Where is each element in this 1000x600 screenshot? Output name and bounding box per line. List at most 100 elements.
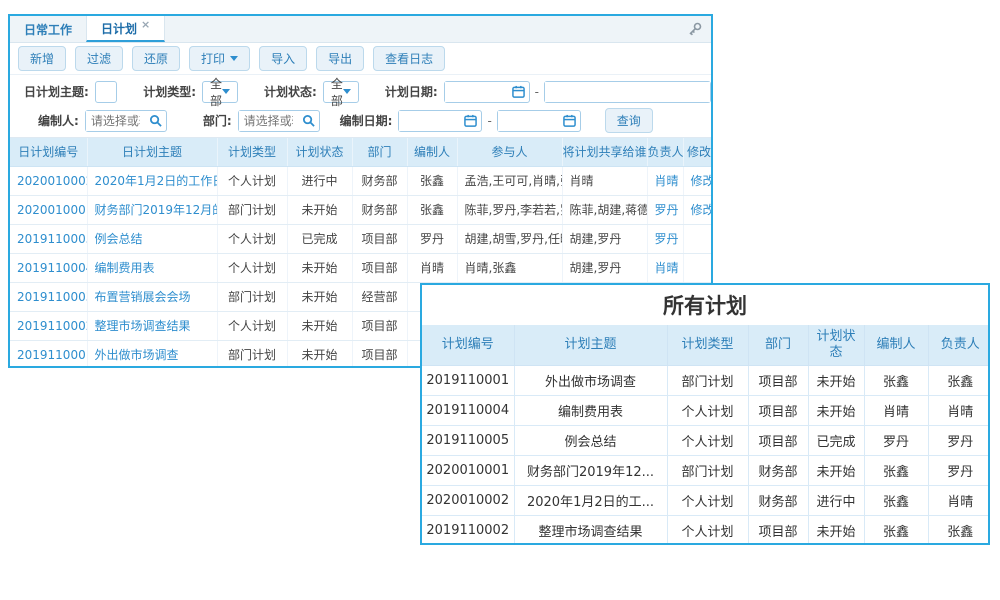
date-input[interactable]	[399, 111, 460, 131]
plan-date-start-input[interactable]	[444, 81, 530, 103]
close-icon[interactable]: ×	[141, 18, 150, 31]
cell-id: 2020010002	[10, 166, 87, 195]
cell-creator: 张鑫	[407, 166, 457, 195]
cell-id: 2019110004	[10, 253, 87, 282]
cell-dept: 财务部	[352, 195, 407, 224]
table-row[interactable]: 2019110005例会总结个人计划已完成项目部罗丹胡建,胡雪,罗丹,任晓...…	[10, 224, 713, 253]
column-header-participants[interactable]: 参与人	[457, 138, 562, 166]
column-header-creator[interactable]: 编制人	[407, 138, 457, 166]
cell-type: 个人计划	[667, 395, 748, 425]
dept-input[interactable]	[238, 110, 320, 132]
tab-daily-work[interactable]: 日常工作	[10, 16, 86, 42]
link-id[interactable]: 2019110005	[17, 232, 87, 246]
column-header-dept[interactable]: 部门	[352, 138, 407, 166]
cell-id: 2019110001	[10, 340, 87, 368]
link-subject[interactable]: 布置营销展会会场	[95, 290, 191, 304]
add-button[interactable]: 新增	[18, 46, 66, 71]
cell-dept: 项目部	[748, 365, 808, 395]
search-button[interactable]: 查询	[605, 108, 653, 133]
column-header-type[interactable]: 计划类型	[217, 138, 287, 166]
column-header-status[interactable]: 计划状态	[287, 138, 352, 166]
link-owner[interactable]: 肖晴	[655, 261, 679, 275]
table-row: 2019110005例会总结个人计划项目部已完成罗丹罗丹	[422, 425, 990, 455]
cell-type: 个人计划	[217, 224, 287, 253]
cell-subject: 外出做市场调查	[87, 340, 217, 368]
tab-day-plan[interactable]: 日计划 ×	[86, 16, 165, 42]
link-subject[interactable]: 例会总结	[95, 232, 143, 246]
link-subject[interactable]: 整理市场调查结果	[95, 319, 191, 333]
dept-text-input[interactable]	[239, 111, 298, 131]
cell-type: 个人计划	[667, 515, 748, 545]
link-modify[interactable]: 修改	[691, 174, 714, 188]
cell-status: 未开始	[287, 340, 352, 368]
search-icon[interactable]	[298, 114, 319, 127]
edit-date-start-input[interactable]	[398, 110, 482, 132]
subject-filter-label: 日计划主题:	[24, 83, 89, 100]
print-button[interactable]: 打印	[189, 46, 250, 71]
link-owner[interactable]: 罗丹	[655, 232, 679, 246]
cell-dept: 项目部	[352, 311, 407, 340]
subject-input[interactable]	[95, 81, 117, 103]
calendar-icon[interactable]	[460, 114, 481, 127]
calendar-icon[interactable]	[508, 85, 529, 98]
link-subject[interactable]: 2020年1月2日的工作日...	[95, 174, 218, 188]
cell-subject: 外出做市场调查	[514, 365, 667, 395]
key-icon[interactable]	[687, 21, 703, 41]
filter-button[interactable]: 过滤	[75, 46, 123, 71]
link-subject[interactable]: 编制费用表	[95, 261, 155, 275]
link-id[interactable]: 2020010001	[17, 203, 87, 217]
cell-owner: 罗丹	[647, 224, 683, 253]
status-select[interactable]: 全部	[323, 81, 359, 103]
date-input[interactable]	[545, 82, 710, 102]
date-input[interactable]	[498, 111, 559, 131]
cell-owner: 罗丹	[647, 195, 683, 224]
header-row: 计划编号计划主题计划类型部门计划状态编制人负责人	[422, 325, 990, 365]
edit-date-end-input[interactable]	[497, 110, 581, 132]
link-subject[interactable]: 外出做市场调查	[95, 348, 179, 362]
search-icon[interactable]	[145, 114, 166, 127]
cell-status: 未开始	[808, 515, 864, 545]
column-header-subject[interactable]: 日计划主题	[87, 138, 217, 166]
date-input[interactable]	[445, 82, 508, 102]
table-row[interactable]: 20200100022020年1月2日的工作日...个人计划进行中财务部张鑫孟浩…	[10, 166, 713, 195]
chevron-down-icon	[343, 89, 351, 94]
type-filter-label: 计划类型:	[143, 83, 196, 100]
creator-input[interactable]	[85, 110, 167, 132]
cell-type: 部门计划	[217, 340, 287, 368]
creator-text-input[interactable]	[86, 111, 145, 131]
link-id[interactable]: 2020010002	[17, 174, 87, 188]
cell-subject: 编制费用表	[514, 395, 667, 425]
plan-date-end-input[interactable]	[544, 81, 711, 103]
cell-share: 陈菲,胡建,蒋德帧,...	[562, 195, 647, 224]
type-select[interactable]: 全部	[202, 81, 238, 103]
cell-status: 未开始	[287, 253, 352, 282]
link-id[interactable]: 2019110004	[17, 261, 87, 275]
column-header-owner: 负责人	[928, 325, 990, 365]
view-log-button[interactable]: 查看日志	[373, 46, 445, 71]
link-id[interactable]: 2019110003	[17, 290, 87, 304]
column-header-share[interactable]: 将计划共享给谁	[562, 138, 647, 166]
link-id[interactable]: 2019110002	[17, 319, 87, 333]
link-subject[interactable]: 财务部门2019年12月的...	[95, 203, 218, 217]
link-id[interactable]: 2019110001	[17, 348, 87, 362]
cell-share: 胡建,罗丹	[562, 253, 647, 282]
import-button[interactable]: 导入	[259, 46, 307, 71]
link-owner[interactable]: 罗丹	[655, 203, 679, 217]
cell-owner: 张鑫	[928, 365, 990, 395]
all-plans-panel: 所有计划 计划编号计划主题计划类型部门计划状态编制人负责人2019110001外…	[420, 283, 990, 545]
cell-participants: 肖晴,张鑫	[457, 253, 562, 282]
column-header-modify[interactable]: 修改	[683, 138, 713, 166]
calendar-icon[interactable]	[559, 114, 580, 127]
table-row[interactable]: 2020010001财务部门2019年12月的...部门计划未开始财务部张鑫陈菲…	[10, 195, 713, 224]
cell-type: 部门计划	[667, 455, 748, 485]
all-plans-table: 计划编号计划主题计划类型部门计划状态编制人负责人2019110001外出做市场调…	[422, 325, 988, 545]
table-row[interactable]: 2019110004编制费用表个人计划未开始项目部肖晴肖晴,张鑫胡建,罗丹肖晴	[10, 253, 713, 282]
column-header-owner[interactable]: 负责人	[647, 138, 683, 166]
column-header-id[interactable]: 日计划编号	[10, 138, 87, 166]
link-owner[interactable]: 肖晴	[655, 174, 679, 188]
link-modify[interactable]: 修改	[691, 203, 714, 217]
cell-type: 个人计划	[667, 485, 748, 515]
cell-id: 2020010002	[422, 485, 514, 515]
restore-button[interactable]: 还原	[132, 46, 180, 71]
export-button[interactable]: 导出	[316, 46, 364, 71]
